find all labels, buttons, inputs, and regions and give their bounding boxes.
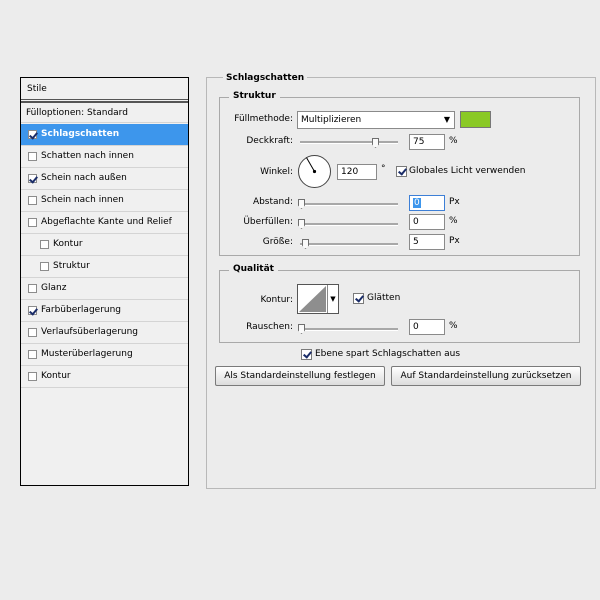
shadow-color-swatch[interactable] — [460, 111, 491, 128]
style-item-satin[interactable]: Glanz — [21, 278, 188, 300]
drop-shadow-checkbox[interactable] — [28, 130, 37, 139]
style-item-label: Musterüberlagerung — [41, 349, 133, 359]
spread-label: Überfüllen: — [243, 217, 293, 227]
make-default-button[interactable]: Als Standardeinstellung festlegen — [215, 366, 385, 386]
distance-value: 0 — [413, 198, 421, 208]
blend-mode-label: Füllmethode: — [234, 114, 293, 124]
layer-knocks-out-label: Ebene spart Schlagschatten aus — [315, 349, 461, 359]
inner-shadow-checkbox[interactable] — [28, 152, 37, 161]
style-item-pattern-overlay[interactable]: Musterüberlagerung — [21, 344, 188, 366]
texture-checkbox[interactable] — [40, 262, 49, 271]
contour-label: Kontur: — [260, 295, 293, 305]
angle-input[interactable]: 120 — [337, 164, 377, 180]
spread-slider-track[interactable] — [300, 223, 398, 226]
opacity-slider-track[interactable] — [300, 141, 398, 144]
outer-glow-checkbox[interactable] — [28, 174, 37, 183]
size-unit: Px — [449, 236, 460, 246]
noise-input[interactable]: 0 — [409, 319, 445, 335]
noise-label: Rauschen: — [246, 322, 293, 332]
pattern-overlay-checkbox[interactable] — [28, 350, 37, 359]
distance-input[interactable]: 0 — [409, 195, 445, 211]
stroke-checkbox[interactable] — [28, 372, 37, 381]
bevel-contour-checkbox[interactable] — [40, 240, 49, 249]
global-light-label: Globales Licht verwenden — [409, 166, 526, 176]
style-item-label: Verlaufsüberlagerung — [41, 327, 139, 337]
quality-group: Qualität — [219, 264, 580, 343]
style-item-label: Schein nach innen — [41, 195, 124, 205]
style-item-bevel-contour[interactable]: Kontur — [21, 234, 188, 256]
blend-mode-value: Multiplizieren — [301, 115, 362, 125]
size-slider-track[interactable] — [300, 243, 398, 246]
style-item-label: Schlagschatten — [41, 129, 120, 139]
reset-default-button[interactable]: Auf Standardeinstellung zurücksetzen — [391, 366, 581, 386]
noise-unit: % — [449, 321, 458, 331]
style-item-label: Kontur — [53, 239, 83, 249]
styles-list-panel: Stile Fülloptionen: Standard Schlagschat… — [20, 77, 189, 486]
style-item-label: Kontur — [41, 371, 71, 381]
blend-mode-select[interactable]: Multiplizieren ▼ — [297, 111, 455, 129]
contour-picker[interactable]: ▼ — [297, 284, 339, 314]
color-overlay-checkbox[interactable] — [28, 306, 37, 315]
style-item-label: Schein nach außen — [41, 173, 127, 183]
style-item-label: Schatten nach innen — [41, 151, 134, 161]
angle-unit: ° — [381, 164, 386, 174]
style-item-inner-shadow[interactable]: Schatten nach innen — [21, 146, 188, 168]
style-item-label: Struktur — [53, 261, 90, 271]
bevel-emboss-checkbox[interactable] — [28, 218, 37, 227]
style-item-label: Abgeflachte Kante und Relief — [41, 217, 172, 227]
style-item-bevel-emboss[interactable]: Abgeflachte Kante und Relief — [21, 212, 188, 234]
distance-slider-track[interactable] — [300, 203, 398, 206]
style-item-gradient-overlay[interactable]: Verlaufsüberlagerung — [21, 322, 188, 344]
size-input[interactable]: 5 — [409, 234, 445, 250]
fill-options-label: Fülloptionen: Standard — [26, 108, 128, 118]
distance-label: Abstand: — [252, 197, 293, 207]
opacity-unit: % — [449, 136, 458, 146]
spread-unit: % — [449, 216, 458, 226]
satin-checkbox[interactable] — [28, 284, 37, 293]
anti-aliased-label: Glätten — [367, 293, 401, 303]
styles-header: Stile — [21, 78, 188, 100]
opacity-input[interactable]: 75 — [409, 134, 445, 150]
style-item-label: Farbüberlagerung — [41, 305, 122, 315]
angle-label: Winkel: — [260, 167, 293, 177]
quality-group-title: Qualität — [229, 264, 278, 274]
style-item-texture[interactable]: Struktur — [21, 256, 188, 278]
style-item-fill-options[interactable]: Fülloptionen: Standard — [21, 101, 188, 123]
chevron-down-icon[interactable]: ▼ — [327, 285, 338, 313]
style-item-color-overlay[interactable]: Farbüberlagerung — [21, 300, 188, 322]
global-light-checkbox[interactable] — [396, 166, 407, 177]
contour-preview-icon — [299, 286, 326, 312]
anti-aliased-checkbox[interactable] — [353, 293, 364, 304]
noise-slider-track[interactable] — [300, 328, 398, 331]
style-item-inner-glow[interactable]: Schein nach innen — [21, 190, 188, 212]
angle-dial[interactable] — [297, 154, 332, 189]
style-item-label: Glanz — [41, 283, 67, 293]
distance-unit: Px — [449, 197, 460, 207]
gradient-overlay-checkbox[interactable] — [28, 328, 37, 337]
spread-input[interactable]: 0 — [409, 214, 445, 230]
style-item-outer-glow[interactable]: Schein nach außen — [21, 168, 188, 190]
style-item-drop-shadow[interactable]: Schlagschatten — [21, 124, 188, 146]
chevron-down-icon: ▼ — [443, 115, 450, 124]
structure-group-title: Struktur — [229, 91, 280, 101]
size-label: Größe: — [262, 237, 293, 247]
panel-title: Schlagschatten — [223, 73, 308, 83]
style-item-stroke[interactable]: Kontur — [21, 366, 188, 388]
opacity-label: Deckkraft: — [246, 136, 293, 146]
inner-glow-checkbox[interactable] — [28, 196, 37, 205]
layer-knocks-out-checkbox[interactable] — [301, 349, 312, 360]
